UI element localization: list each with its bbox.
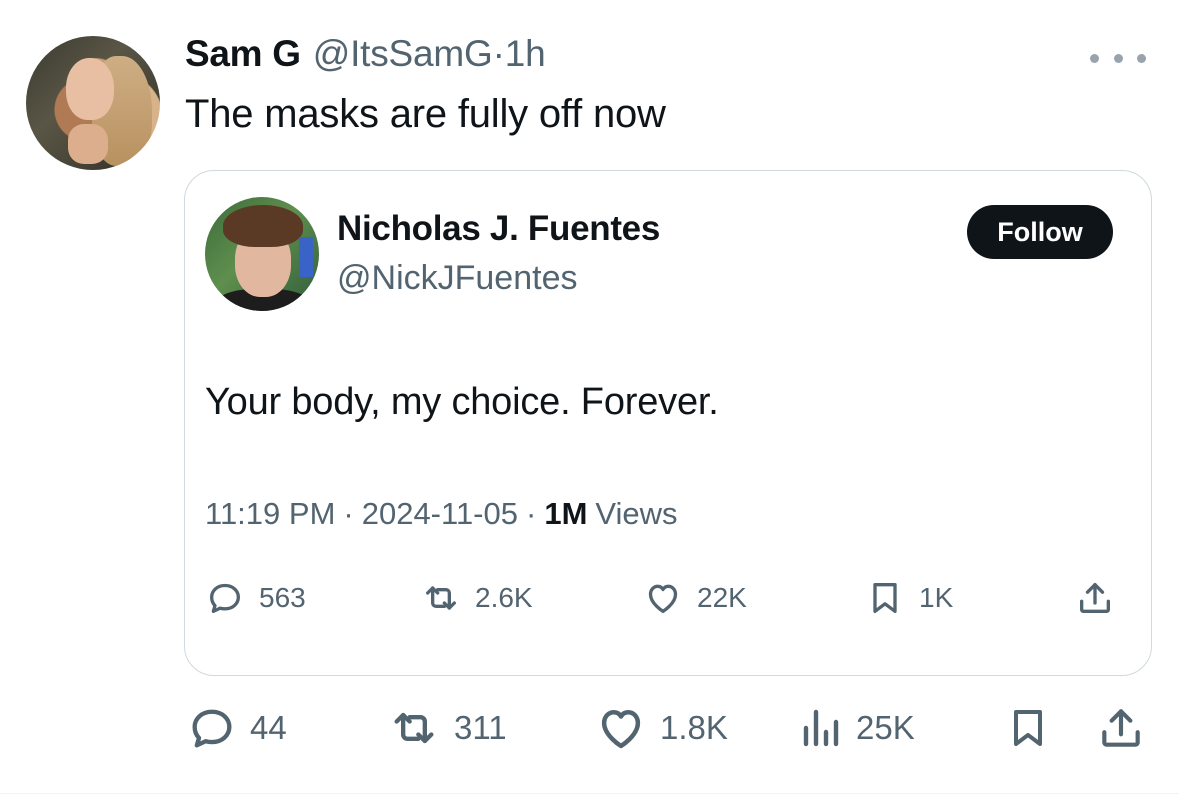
quoted-author-name[interactable]: Nicholas J. Fuentes <box>337 209 660 249</box>
quoted-reply-count: 563 <box>259 582 306 613</box>
dot <box>1113 53 1123 63</box>
quoted-author-avatar[interactable] <box>205 197 319 311</box>
quoted-tweet-text: Your body, my choice. Forever. <box>205 381 719 423</box>
bookmark-icon <box>873 583 897 613</box>
share-icon <box>1080 583 1110 613</box>
tweet-header: Sam G @ItsSamG·1h <box>185 33 546 83</box>
heart-icon <box>648 584 678 613</box>
quoted-repost-button[interactable]: 2.6K <box>421 573 533 623</box>
reply-icon <box>210 583 240 613</box>
repost-count: 311 <box>454 709 507 746</box>
quoted-tweet-date[interactable]: 2024-11-05 <box>362 496 518 532</box>
quoted-reply-button[interactable]: 563 <box>205 573 306 623</box>
tweet-time[interactable]: 1h <box>505 33 546 74</box>
author-name[interactable]: Sam G <box>185 33 301 75</box>
quoted-tweet-meta: 11:19 PM · 2024-11-05 · 1M Views <box>205 496 678 532</box>
reply-button[interactable]: 44 <box>186 698 287 758</box>
author-handle[interactable]: @ItsSamG <box>313 33 493 74</box>
like-button[interactable]: 1.8K <box>594 698 728 758</box>
author-avatar[interactable] <box>26 36 160 170</box>
quoted-author-handle[interactable]: @NickJFuentes <box>337 259 577 298</box>
share-button[interactable] <box>1096 698 1146 758</box>
more-horizontal-icon[interactable] <box>1090 48 1146 68</box>
quoted-bookmark-button[interactable]: 1K <box>865 573 953 623</box>
follow-button[interactable]: Follow <box>967 205 1113 259</box>
quoted-tweet-time[interactable]: 11:19 PM <box>205 496 335 532</box>
views-button[interactable]: 25K <box>796 698 915 758</box>
bookmark-icon <box>1014 710 1042 746</box>
meta-separator: · <box>492 33 505 74</box>
quoted-tweet-card[interactable]: Nicholas J. Fuentes @NickJFuentes Follow… <box>184 170 1152 676</box>
tweet-action-bar: 44 311 1.8K 25K <box>0 698 1179 758</box>
bookmark-button[interactable] <box>1004 698 1052 758</box>
views-chart-icon <box>803 709 839 747</box>
repost-icon <box>394 712 434 744</box>
repost-button[interactable]: 311 <box>386 698 507 758</box>
quoted-like-button[interactable]: 22K <box>643 573 747 623</box>
heart-icon <box>601 710 641 749</box>
reply-icon <box>192 709 232 748</box>
dot <box>1137 53 1146 63</box>
meta-separator: · <box>526 496 537 531</box>
author-meta: @ItsSamG·1h <box>313 33 546 75</box>
dot <box>1090 53 1099 63</box>
avatar-face <box>66 58 114 120</box>
avatar-flag <box>299 237 313 277</box>
quoted-views-label: Views <box>595 496 678 531</box>
quoted-bookmark-count: 1K <box>919 582 954 613</box>
repost-icon <box>426 586 456 610</box>
divider <box>0 793 1179 794</box>
share-icon <box>1102 709 1140 747</box>
quoted-repost-count: 2.6K <box>475 582 533 613</box>
like-count: 1.8K <box>660 709 728 746</box>
quoted-share-button[interactable] <box>1075 573 1115 623</box>
tweet-text: The masks are fully off now <box>185 92 666 136</box>
views-count: 25K <box>856 709 915 746</box>
avatar-hair <box>223 205 303 247</box>
quoted-action-bar: 563 2.6K 22K 1K <box>185 573 1153 623</box>
quoted-like-count: 22K <box>697 582 747 613</box>
avatar-hand <box>68 124 108 164</box>
reply-count: 44 <box>250 709 287 746</box>
meta-separator: · <box>343 496 354 531</box>
quoted-views-count: 1M <box>544 496 588 531</box>
